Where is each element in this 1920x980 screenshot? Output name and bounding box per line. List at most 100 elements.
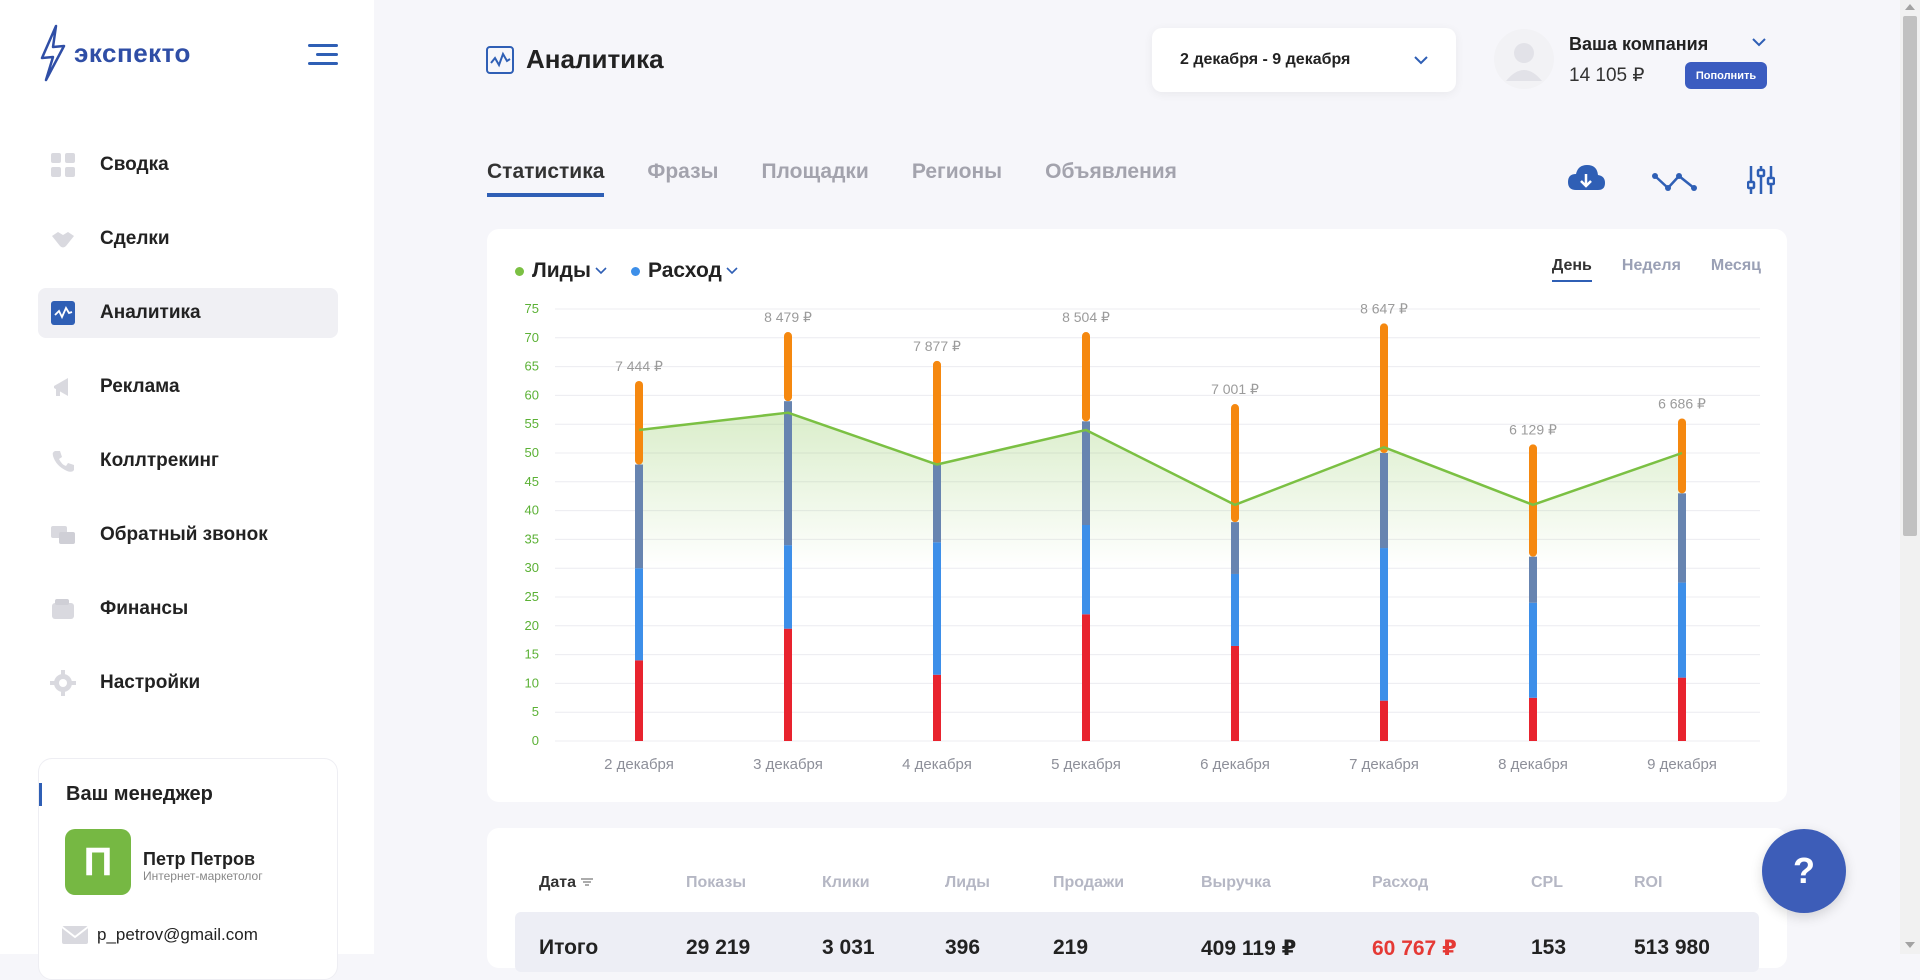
total-roi: 513 980 [1634, 936, 1710, 959]
total-clicks: 3 031 [822, 936, 875, 959]
topup-button[interactable]: Пополнить [1685, 62, 1767, 89]
y-tick-label: 0 [532, 733, 539, 748]
sidebar-item-callback[interactable]: Обратный звонок [38, 510, 338, 560]
bar-segment [635, 464, 643, 569]
x-tick-label: 6 декабря [1200, 756, 1270, 773]
line-chart-icon[interactable] [1652, 162, 1700, 198]
bar-segment [1380, 323, 1388, 453]
bar-value-label: 7 001 ₽ [1211, 381, 1259, 397]
y-tick-label: 30 [525, 560, 539, 575]
y-tick-label: 40 [525, 503, 539, 518]
manager-email[interactable]: p_petrov@gmail.com [61, 925, 258, 945]
sidebar-item-finance[interactable]: Финансы [38, 584, 338, 634]
x-tick-label: 7 декабря [1349, 756, 1419, 773]
dashboard-icon [50, 152, 76, 178]
y-tick-label: 5 [532, 704, 539, 719]
sidebar-item-calltracking[interactable]: Коллтрекинг [38, 436, 338, 486]
bar-segment [1529, 556, 1537, 603]
sidebar-item-settings[interactable]: Настройки [38, 658, 338, 708]
page-title-text: Аналитика [526, 44, 664, 74]
bar-segment [635, 568, 643, 661]
y-tick-label: 10 [525, 675, 539, 690]
sidebar-item-svodka[interactable]: Сводка [38, 140, 338, 190]
bar-segment [933, 674, 941, 741]
filter-settings-icon[interactable] [1747, 162, 1775, 198]
scroll-thumb[interactable] [1903, 16, 1917, 536]
th-clicks[interactable]: Клики [822, 874, 870, 892]
x-tick-label: 8 декабря [1498, 756, 1568, 773]
sidebar-item-label: Реклама [100, 376, 180, 397]
x-tick-label: 4 декабря [902, 756, 972, 773]
th-date[interactable]: Дата [539, 874, 594, 892]
sidebar-item-reklama[interactable]: Реклама [38, 362, 338, 412]
th-roi[interactable]: ROI [1634, 874, 1662, 892]
chevron-down-icon[interactable] [1752, 38, 1766, 47]
bar-segment [1529, 602, 1537, 698]
manager-name: Петр Петров [143, 849, 256, 869]
tab-statistics[interactable]: Статистика [487, 160, 605, 197]
page-scrollbar[interactable] [1900, 0, 1920, 954]
sidebar-item-label: Сделки [100, 228, 170, 249]
tab-regions[interactable]: Регионы [912, 160, 1002, 197]
phone-icon [50, 448, 76, 474]
x-tick-label: 3 декабря [753, 756, 823, 773]
menu-toggle-icon[interactable] [308, 44, 338, 71]
th-spend[interactable]: Расход [1372, 874, 1428, 892]
y-tick-label: 15 [525, 647, 539, 662]
manager-title: Ваш менеджер [39, 783, 213, 806]
logo-text: экспекто [74, 37, 191, 68]
bar-segment [1529, 444, 1537, 557]
sidebar-item-analitika[interactable]: Аналитика [38, 288, 338, 338]
page-title: Аналитика [486, 44, 664, 75]
th-leads[interactable]: Лиды [945, 874, 990, 892]
bar-segment [933, 464, 941, 543]
th-impressions[interactable]: Показы [686, 874, 746, 892]
handshake-icon [50, 226, 76, 252]
bar-segment [1678, 418, 1686, 494]
tab-ads[interactable]: Объявления [1045, 160, 1177, 197]
bar-segment [1529, 697, 1537, 741]
bar-value-label: 8 504 ₽ [1062, 309, 1110, 325]
bar-segment [1678, 582, 1686, 678]
company-name[interactable]: Ваша компания [1569, 34, 1708, 55]
sidebar-item-sdelki[interactable]: Сделки [38, 214, 338, 264]
y-tick-label: 70 [525, 330, 539, 345]
scroll-down-icon[interactable] [1905, 942, 1915, 948]
bar-segment [1678, 677, 1686, 741]
total-sales: 219 [1053, 936, 1089, 959]
date-range-text: 2 декабря - 9 декабря [1180, 51, 1351, 68]
tab-phrases[interactable]: Фразы [647, 160, 718, 197]
bar-segment [784, 401, 792, 546]
y-tick-label: 25 [525, 589, 539, 604]
sidebar-item-label: Коллтрекинг [100, 450, 219, 471]
scroll-up-icon[interactable] [1905, 4, 1915, 10]
th-revenue[interactable]: Выручка [1201, 874, 1271, 892]
date-range-picker[interactable]: 2 декабря - 9 декабря [1152, 28, 1456, 92]
gear-icon [50, 670, 76, 696]
balance-value: 14 105 ₽ [1569, 65, 1645, 86]
bar-segment [784, 545, 792, 629]
y-tick-label: 55 [525, 416, 539, 431]
bar-value-label: 7 877 ₽ [913, 338, 961, 354]
manager-avatar: П [65, 829, 131, 895]
sidebar-item-label: Финансы [100, 598, 189, 619]
bar-value-label: 7 444 ₽ [615, 358, 663, 374]
y-tick-label: 45 [525, 474, 539, 489]
manager-role: Интернет-маркетолог [143, 869, 263, 883]
tab-platforms[interactable]: Площадки [761, 160, 868, 197]
y-tick-label: 20 [525, 618, 539, 633]
analytics-icon [50, 300, 76, 326]
user-avatar[interactable] [1494, 29, 1554, 89]
cloud-download-icon[interactable] [1566, 162, 1606, 198]
y-tick-label: 35 [525, 531, 539, 546]
logo[interactable]: экспекто [38, 24, 191, 82]
help-button[interactable]: ? [1762, 829, 1846, 913]
bar-segment [635, 660, 643, 741]
bar-value-label: 6 129 ₽ [1509, 421, 1557, 437]
th-sales[interactable]: Продажи [1053, 874, 1124, 892]
y-tick-label: 60 [525, 387, 539, 402]
bar-segment [1231, 573, 1239, 646]
y-tick-label: 75 [525, 301, 539, 316]
th-cpl[interactable]: CPL [1531, 874, 1563, 892]
tabs: Статистика Фразы Площадки Регионы Объявл… [487, 160, 1220, 197]
